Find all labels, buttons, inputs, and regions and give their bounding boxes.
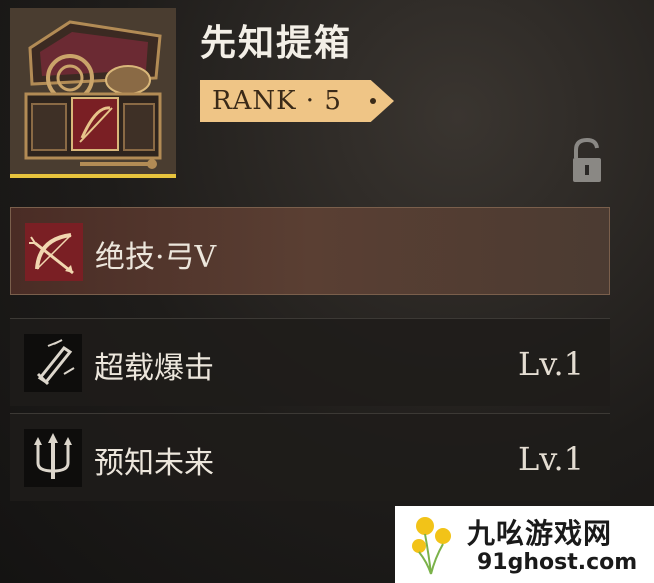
rank-dot-icon [370,98,376,104]
skill-level: Lv.1 [517,345,584,383]
skill-row-foresight[interactable]: 预知未来 Lv.1 [10,413,610,501]
sword-strike-icon [36,339,75,386]
watermark-url: 91ghost.com [477,550,638,575]
skill-row-bow[interactable]: 绝技·弓V [10,207,610,295]
site-watermark: 九吆游戏网 91ghost.com [395,506,654,583]
rank-label: RANK · 5 [212,86,342,116]
flower-logo-icon [412,517,451,575]
skill-level: Lv.1 [517,440,584,478]
bow-arrow-icon [29,233,74,275]
skill-row-overload[interactable]: 超载爆击 Lv.1 [10,318,610,406]
skill-name: 超载爆击 [94,351,214,386]
unlock-button[interactable] [570,137,604,184]
skill-icon-frame [25,223,83,281]
skill-name: 绝技·弓V [95,240,217,275]
skill-name: 预知未来 [94,446,214,481]
unlocked-padlock-icon [573,137,601,182]
skill-icon-frame [24,334,82,392]
trident-icon [34,433,72,479]
item-icon-frame [10,8,176,178]
treasure-chest-icon [10,8,176,174]
skill-icon-frame [24,429,82,487]
item-title: 先知提箱 [200,22,353,64]
rank-badge: RANK · 5 [200,80,394,122]
watermark-site-name: 九吆游戏网 [467,517,613,550]
